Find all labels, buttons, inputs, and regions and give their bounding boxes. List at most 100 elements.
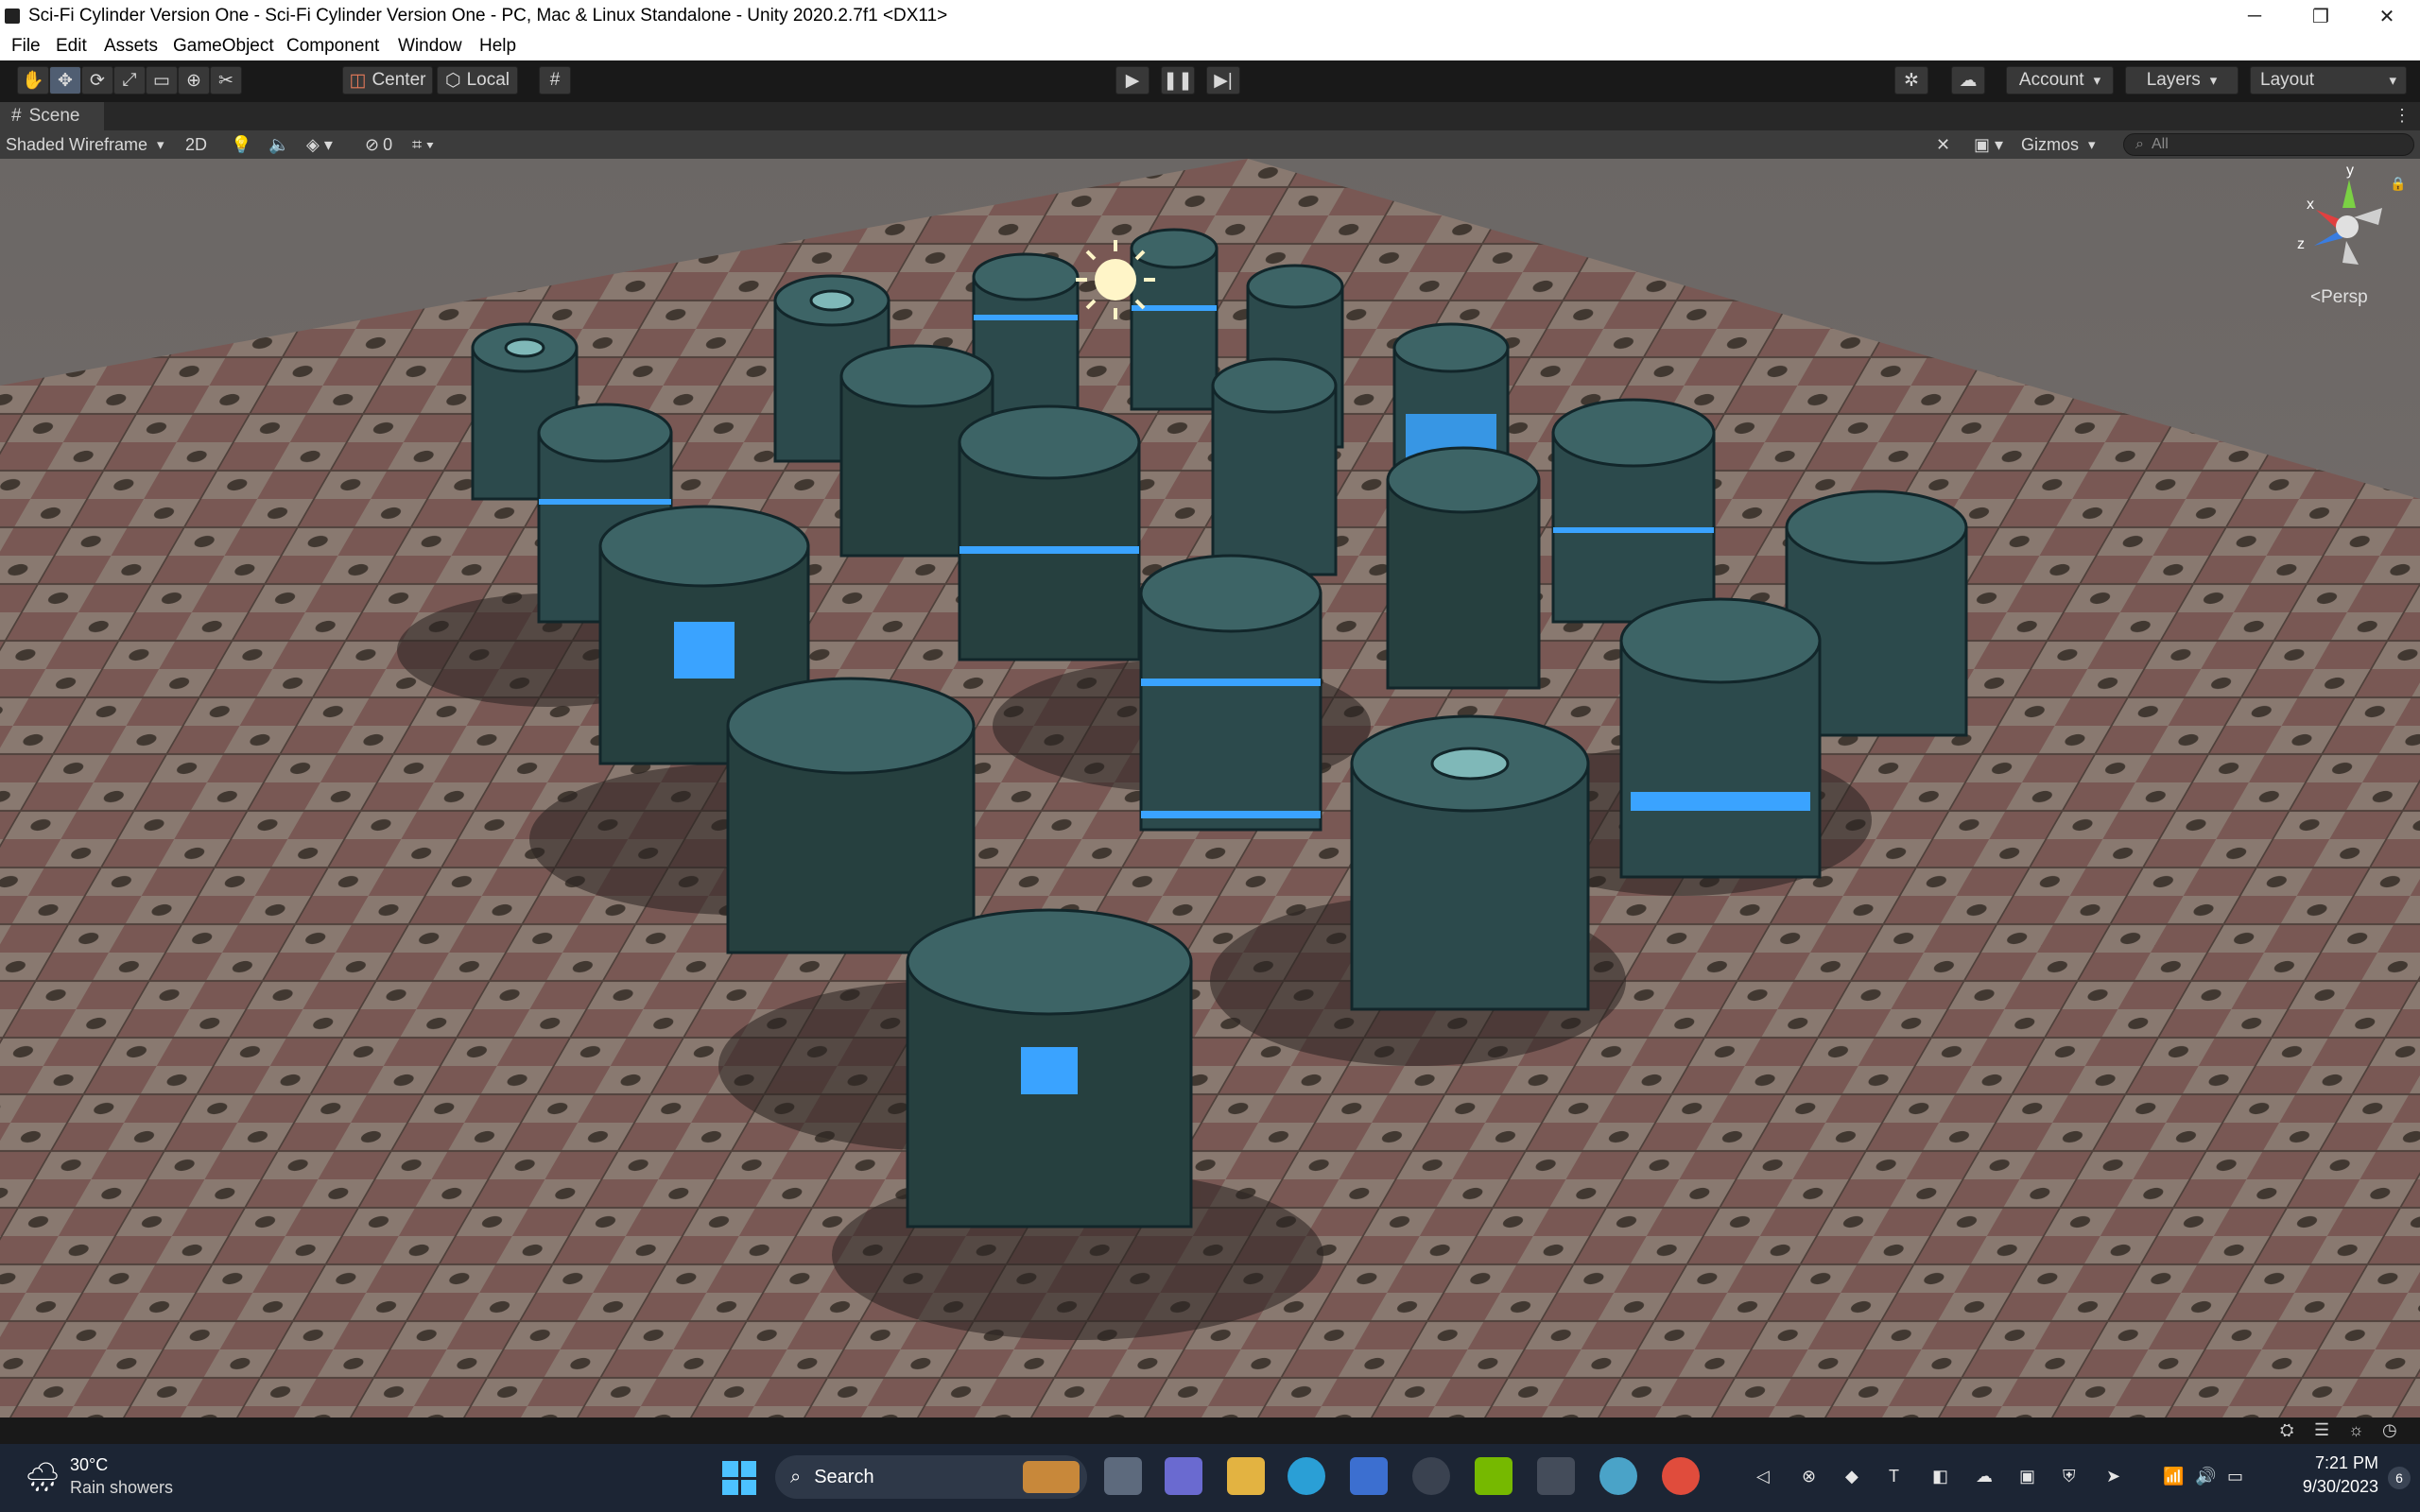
- layers-label: Layers: [2146, 70, 2201, 90]
- transform-tool-icon[interactable]: ⊕: [178, 66, 210, 94]
- menu-help[interactable]: Help: [479, 36, 516, 57]
- gizmos-dropdown[interactable]: Gizmos: [2021, 130, 2096, 159]
- microsoft-store-icon[interactable]: [1350, 1457, 1388, 1495]
- onedrive-icon[interactable]: ☁: [1976, 1467, 1993, 1486]
- tools-icon[interactable]: ✕: [1936, 130, 1950, 159]
- scene-render: [0, 159, 2420, 1418]
- collab-icon[interactable]: ✲: [1894, 66, 1928, 94]
- gamepad-tray-icon[interactable]: ◆: [1845, 1467, 1858, 1486]
- teams-tray-icon[interactable]: T: [1889, 1467, 1899, 1486]
- lock-icon[interactable]: 🔒: [2390, 176, 2406, 192]
- os-taskbar: 🌧 30°C Rain showers ⌕ Search ◁ ⊗ ◆ T ◧ ☁…: [0, 1444, 2420, 1512]
- pivot-center-button[interactable]: ◫ Center: [342, 66, 433, 94]
- hidden-objects-toggle[interactable]: ⊘ 0: [365, 130, 392, 159]
- clock[interactable]: 7:21 PM 9/30/2023: [2269, 1453, 2378, 1497]
- toggle-2d-button[interactable]: 2D: [185, 130, 207, 159]
- file-explorer-icon[interactable]: [1227, 1457, 1265, 1495]
- weather-desc: Rain showers: [70, 1478, 174, 1497]
- layers-dropdown[interactable]: Layers: [2125, 66, 2238, 94]
- effects-dropdown-icon[interactable]: ◈ ▾: [306, 130, 333, 159]
- tab-scene-label: Scene: [28, 106, 80, 126]
- play-button[interactable]: ▶: [1115, 66, 1150, 94]
- unity-app-icon[interactable]: [1537, 1457, 1575, 1495]
- cache-icon[interactable]: ☰: [2314, 1420, 2329, 1440]
- scene-viewport[interactable]: y x z 🔒 <Persp: [0, 159, 2420, 1418]
- unity-tray-icon[interactable]: ◁: [1756, 1467, 1770, 1486]
- menu-assets[interactable]: Assets: [104, 36, 158, 57]
- rotate-tool-icon[interactable]: ⟳: [81, 66, 113, 94]
- search-icon: ⌕: [2135, 136, 2144, 152]
- audio-toggle-icon[interactable]: 🔈: [268, 130, 289, 159]
- debug-icon[interactable]: ⛭: [2280, 1420, 2293, 1440]
- alienware-icon[interactable]: [1412, 1457, 1450, 1495]
- status-bar: ⛭ ☰ ☼ ◷: [0, 1418, 2420, 1444]
- hidden-count: 0: [383, 134, 393, 154]
- move-tool-icon[interactable]: ✥: [49, 66, 81, 94]
- notification-badge[interactable]: 6: [2388, 1467, 2411, 1489]
- unity-logo-icon: [5, 9, 20, 24]
- layout-dropdown[interactable]: Layout: [2250, 66, 2407, 94]
- nvidia-icon[interactable]: [1475, 1457, 1512, 1495]
- custom-tool-icon[interactable]: ✂: [210, 66, 242, 94]
- taskbar-search-label: Search: [814, 1466, 874, 1487]
- menu-edit[interactable]: Edit: [56, 36, 87, 57]
- projection-icon: <: [2310, 287, 2322, 307]
- eye-slash-icon: ⊘: [365, 134, 380, 154]
- gizmos-label: Gizmos: [2021, 134, 2080, 154]
- local-space-icon: ⬡: [444, 70, 461, 91]
- grid-snap-icon[interactable]: #: [539, 66, 571, 94]
- scene-search-input[interactable]: ⌕ All: [2123, 133, 2414, 156]
- battery-icon[interactable]: ▭: [2227, 1467, 2243, 1486]
- pivot-label: Center: [372, 70, 426, 90]
- close-icon[interactable]: ✕: [2354, 0, 2420, 32]
- pivot-icon: ◫: [349, 70, 367, 91]
- search-highlight-icon: [1023, 1461, 1080, 1493]
- lighting-toggle-icon[interactable]: 💡: [231, 130, 251, 159]
- menu-bar: File Edit Assets GameObject Component Wi…: [0, 32, 2420, 60]
- more-options-icon[interactable]: ⋮: [2394, 106, 2411, 126]
- orientation-gizmo[interactable]: y x z: [2288, 163, 2401, 274]
- step-button[interactable]: ▶|: [1206, 66, 1240, 94]
- nvidia-tray-icon[interactable]: ▣: [2019, 1467, 2035, 1486]
- restore-icon[interactable]: ❐: [2288, 0, 2354, 32]
- pause-button[interactable]: ❚❚: [1161, 66, 1195, 94]
- taskbar-search[interactable]: ⌕ Search: [775, 1455, 1087, 1499]
- chrome-icon[interactable]: [1662, 1457, 1700, 1495]
- lighting-status-icon[interactable]: ☼: [2348, 1420, 2364, 1440]
- task-view-icon[interactable]: [1104, 1457, 1142, 1495]
- projection-label: Persp: [2321, 287, 2368, 307]
- cloud-icon[interactable]: ☁: [1951, 66, 1985, 94]
- unity-hub-icon[interactable]: [1599, 1457, 1637, 1495]
- start-button[interactable]: [722, 1461, 756, 1495]
- axis-y-label: y: [2346, 163, 2354, 179]
- security-tray-icon[interactable]: ⛨: [2063, 1467, 2076, 1486]
- tab-scene[interactable]: # Scene: [0, 102, 104, 130]
- menu-file[interactable]: File: [11, 36, 41, 57]
- progress-icon[interactable]: ◷: [2382, 1420, 2397, 1440]
- menu-gameobject[interactable]: GameObject: [173, 36, 274, 57]
- weather-temp: 30°C: [70, 1455, 109, 1474]
- rect-tool-icon[interactable]: ▭: [146, 66, 178, 94]
- xbox-icon[interactable]: ⊗: [1802, 1467, 1816, 1486]
- scene-toolbar: Shaded Wireframe 2D 💡 🔈 ◈ ▾ ⊘ 0 ⌗ ▾ ✕ ▣ …: [0, 130, 2420, 160]
- hand-tool-icon[interactable]: ✋: [17, 66, 49, 94]
- shading-mode-label: Shaded Wireframe: [6, 134, 147, 154]
- projection-toggle[interactable]: <Persp: [2310, 287, 2368, 308]
- local-label: Local: [466, 70, 510, 90]
- volume-icon[interactable]: 🔊: [2195, 1467, 2216, 1486]
- camera-dropdown-icon[interactable]: ▣ ▾: [1974, 130, 2003, 159]
- grid-toggle-icon[interactable]: ⌗ ▾: [412, 130, 434, 159]
- teams-chat-icon[interactable]: [1165, 1457, 1202, 1495]
- shading-mode-dropdown[interactable]: Shaded Wireframe: [6, 130, 164, 159]
- edge-browser-icon[interactable]: [1288, 1457, 1325, 1495]
- location-icon[interactable]: ➤: [2106, 1467, 2120, 1486]
- scale-tool-icon[interactable]: ⤢: [113, 66, 146, 94]
- wifi-icon[interactable]: 📶: [2163, 1467, 2184, 1486]
- weather-icon: 🌧: [25, 1462, 61, 1493]
- antivirus-icon[interactable]: ◧: [1932, 1467, 1948, 1486]
- pivot-local-button[interactable]: ⬡ Local: [437, 66, 518, 94]
- menu-component[interactable]: Component: [286, 36, 379, 57]
- menu-window[interactable]: Window: [398, 36, 462, 57]
- minimize-icon[interactable]: ─: [2221, 0, 2288, 32]
- account-dropdown[interactable]: Account: [2006, 66, 2114, 94]
